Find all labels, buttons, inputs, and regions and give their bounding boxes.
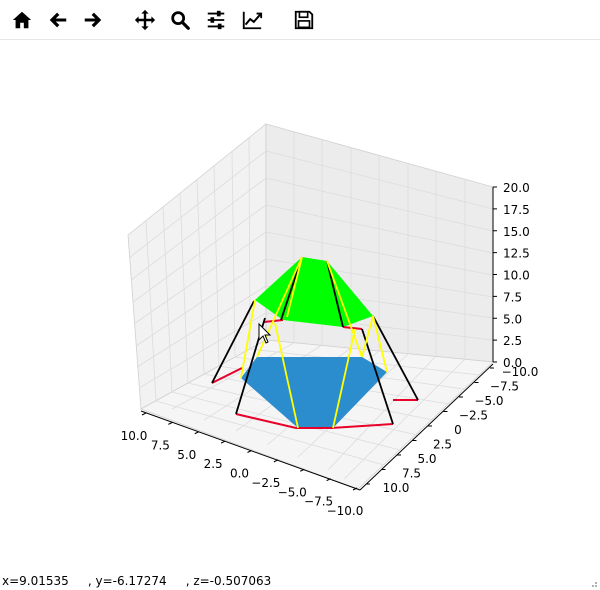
x-tick-mark (247, 450, 252, 453)
z-tick-label: 15.0 (503, 225, 530, 239)
z-tick-label: 20.0 (503, 181, 530, 195)
3d-plot-canvas[interactable]: 10.07.55.02.50.0−2.5−5.0−7.5−10.010.07.5… (0, 41, 600, 571)
x-coordinate: x=9.01535 (2, 574, 69, 588)
sliders-icon (207, 10, 225, 30)
move-icon (134, 9, 156, 31)
y-tick-label: −5.0 (474, 394, 503, 408)
x-tick-mark (220, 440, 226, 444)
resize-grip-icon[interactable] (588, 578, 598, 588)
z-tick-label: 5.0 (503, 312, 522, 326)
magnifier-icon (171, 11, 190, 30)
configure-subplots-button[interactable] (200, 4, 232, 36)
x-tick-label: −2.5 (251, 476, 280, 490)
x-tick-label: 5.0 (177, 448, 196, 462)
edit-axis-button[interactable] (236, 4, 268, 36)
x-tick-label: −10.0 (327, 504, 364, 518)
z-tick-label: 0.0 (503, 356, 522, 370)
x-tick-label: 2.5 (204, 457, 223, 471)
y-tick-label: 7.5 (402, 467, 421, 481)
x-tick-mark (141, 412, 147, 416)
floppy-disk-icon (294, 10, 314, 30)
navigation-toolbar (0, 0, 600, 40)
forward-button[interactable] (77, 4, 109, 36)
save-button[interactable] (288, 4, 320, 36)
y-tick-label: −2.5 (459, 409, 488, 423)
back-button[interactable] (42, 4, 74, 36)
y-tick-label: −7.5 (490, 380, 519, 394)
arrow-left-icon (49, 12, 67, 28)
y-tick-label: 0 (454, 423, 462, 437)
pan-button[interactable] (129, 4, 161, 36)
x-tick-mark (194, 431, 199, 435)
zoom-button[interactable] (164, 4, 196, 36)
x-tick-label: 0.0 (230, 467, 249, 481)
home-icon (12, 11, 32, 29)
x-tick-mark (168, 421, 173, 425)
x-tick-label: −5.0 (278, 485, 307, 499)
z-coordinate: , z=-0.507063 (185, 574, 272, 588)
z-tick-label: 7.5 (503, 290, 522, 304)
y-tick-label: 10.0 (383, 481, 410, 495)
z-tick-label: 17.5 (503, 203, 530, 217)
y-coordinate: , y=-6.17274 (87, 574, 167, 588)
x-tick-label: 10.0 (121, 429, 148, 443)
status-bar: x=9.01535 , y=-6.17274 , z=-0.507063 (2, 574, 271, 588)
arrow-right-icon (84, 12, 102, 28)
home-button[interactable] (6, 4, 38, 36)
y-tick-label: 5.0 (417, 452, 436, 466)
line-chart-icon (242, 11, 263, 30)
x-tick-label: 7.5 (151, 438, 170, 452)
z-tick-label: 10.0 (503, 269, 530, 283)
z-tick-label: 2.5 (503, 334, 522, 348)
y-tick-label: 2.5 (433, 438, 452, 452)
z-tick-label: 12.5 (503, 247, 530, 261)
